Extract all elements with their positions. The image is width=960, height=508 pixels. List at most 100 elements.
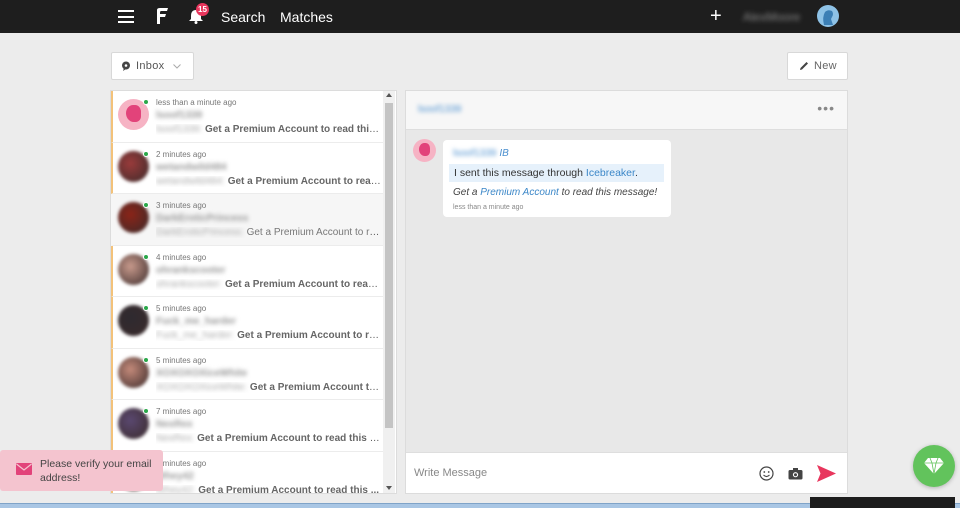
premium-suffix: to read this message!	[558, 187, 658, 198]
preview-sender: DarkEroticPrincess:	[156, 227, 244, 238]
toast-message: Please verify your email address!	[40, 458, 152, 484]
conversation-preview: wetandwild484: Get a Premium Account to …	[156, 176, 381, 187]
icebreaker-tag: IB	[499, 148, 509, 159]
premium-diamond-button[interactable]	[913, 445, 955, 487]
conversation-item[interactable]: 7 minutes ago NexRex NexRex: Get a Premium…	[111, 400, 383, 452]
notification-badge: 15	[196, 3, 209, 16]
conversation-time: 3 minutes ago	[156, 201, 207, 210]
conversation-preview: ohrankscooter: Get a Premium Account to …	[156, 279, 381, 290]
conversation-time: 7 minutes ago	[156, 407, 207, 416]
top-nav-bar: 15 Search Matches + AlexMoore	[0, 0, 960, 33]
online-status-dot	[143, 150, 149, 157]
conversation-preview: Fuck_me_harder: Get a Premium Account to…	[156, 330, 381, 341]
conversation-name: Fuck_me_harder	[156, 316, 237, 327]
conversation-name: NexRex	[156, 419, 193, 430]
conversation-preview: lsoof1339: Get a Premium Account to read…	[156, 124, 381, 135]
conversation-item[interactable]: 2 minutes ago wetandwild484 wetandwild484:…	[111, 142, 383, 194]
new-button-label: New	[814, 60, 837, 72]
preview-sender: XOXOXOXiceWhite:	[156, 381, 248, 393]
message-bubble: lsoof1339 IB I sent this message through …	[443, 140, 671, 217]
online-status-dot	[143, 99, 149, 105]
preview-text: Get a Premium Account to read this ...	[204, 124, 381, 135]
plus-icon[interactable]: +	[710, 6, 722, 26]
scrollbar-thumb[interactable]	[385, 103, 393, 428]
new-message-button[interactable]: New	[787, 52, 848, 80]
preview-text: Get a Premium Account to read this ...	[198, 484, 380, 494]
nav-matches-link[interactable]: Matches	[280, 9, 333, 25]
conversation-item[interactable]: 5 minutes ago XOXOXOXiceWhite XOXOXOXiceWh…	[111, 348, 383, 400]
preview-text: Get a Premium Account to re...	[249, 381, 381, 393]
message-timestamp: less than a minute ago	[453, 204, 524, 211]
conversation-name: DarkEroticPrincess	[156, 213, 249, 224]
conversation-item[interactable]: 3 minutes ago DarkEroticPrincess DarkEroti…	[111, 194, 383, 246]
premium-prefix: Get a	[453, 187, 481, 198]
user-avatar[interactable]	[817, 5, 839, 27]
conversation-name: XOXOXOXiceWhite	[156, 367, 248, 379]
conversation-time: less than a minute ago	[156, 98, 237, 107]
conversation-time: 5 minutes ago	[156, 355, 207, 365]
message-sender[interactable]: lsoof1339 IB	[453, 148, 509, 159]
preview-sender: NexRex:	[156, 433, 195, 444]
icebreaker-text: I sent this message through	[454, 167, 586, 179]
online-status-dot	[143, 253, 149, 260]
conversation-time: 8 minutes ago	[156, 458, 207, 468]
diamond-icon	[924, 458, 944, 474]
preview-sender: lsoof1339:	[156, 124, 203, 135]
verify-email-toast[interactable]: Please verify your email address!	[0, 450, 163, 491]
preview-sender: wetandwild484:	[156, 175, 225, 187]
preview-text: Get a Premium Account to read ...	[224, 278, 381, 290]
conversation-list: less than a minute ago lsoof1339 lsoof1339…	[110, 90, 397, 494]
preview-text: Get a Premium Account to read...	[246, 227, 381, 238]
conversation-item[interactable]: less than a minute ago lsoof1339 lsoof1339…	[111, 91, 383, 143]
chevron-down-icon	[173, 64, 182, 69]
emoji-icon[interactable]	[759, 466, 774, 481]
inbox-folder-label: Inbox	[136, 60, 165, 72]
conversation-list-scrollbar[interactable]	[383, 91, 395, 493]
os-taskbar-tray	[810, 497, 955, 508]
conversation-preview: XOXOXOXiceWhite: Get a Premium Account t…	[156, 382, 381, 393]
menu-icon[interactable]	[118, 10, 134, 23]
conversation-preview: Whey42: Get a Premium Account to read th…	[156, 484, 381, 494]
message-input[interactable]	[414, 461, 744, 485]
preview-text: Get a Premium Account to rea...	[237, 330, 381, 341]
chat-bubble-icon	[122, 61, 130, 71]
conversation-preview: NexRex: Get a Premium Account to read th…	[156, 433, 381, 444]
conversation-name: lsoof1339	[156, 110, 203, 121]
scroll-up-arrow-icon[interactable]	[386, 93, 392, 97]
message-composer	[406, 452, 847, 493]
conversation-item[interactable]: 5 minutes ago Fuck_me_harder Fuck_me_harde…	[111, 297, 383, 349]
icebreaker-suffix: .	[634, 167, 638, 179]
nav-search-link[interactable]: Search	[221, 9, 265, 25]
current-username[interactable]: AlexMoore	[743, 10, 800, 24]
send-icon[interactable]	[817, 465, 836, 482]
scroll-down-arrow-icon[interactable]	[386, 486, 392, 490]
premium-account-link[interactable]: Premium Account	[480, 187, 559, 198]
online-status-dot	[143, 408, 149, 414]
envelope-icon	[16, 463, 32, 475]
icebreaker-notice: I sent this message through Icebreaker.	[449, 164, 664, 182]
icebreaker-link[interactable]: Icebreaker	[586, 167, 635, 179]
chat-partner-name[interactable]: lsoof1339	[418, 104, 461, 115]
preview-sender: ohrankscooter:	[156, 278, 223, 290]
chat-header: lsoof1339 •••	[406, 91, 847, 130]
preview-text: Get a Premium Account to read ...	[227, 175, 381, 187]
message-sender-name[interactable]: lsoof1339	[453, 148, 496, 159]
preview-sender: Fuck_me_harder:	[156, 330, 235, 341]
online-status-dot	[143, 305, 149, 311]
inbox-folder-dropdown[interactable]: Inbox	[111, 52, 194, 80]
camera-icon[interactable]	[788, 467, 803, 480]
conversation-time: 5 minutes ago	[156, 304, 207, 313]
more-options-icon[interactable]: •••	[817, 101, 835, 115]
message-sender-avatar[interactable]	[413, 139, 436, 162]
conversation-preview: DarkEroticPrincess: Get a Premium Accoun…	[156, 227, 381, 238]
conversation-name: wetandwild484	[156, 161, 227, 173]
chat-panel: lsoof1339 ••• lsoof1339 IB I sent this me…	[405, 90, 848, 494]
conversation-item[interactable]: 4 minutes ago ohrankscooter ohrankscooter:…	[111, 245, 383, 297]
conversation-time: 4 minutes ago	[156, 252, 207, 262]
premium-notice: Get a Premium Account to read this messa…	[453, 187, 657, 198]
online-status-dot	[143, 202, 149, 208]
avatar-silhouette-icon	[823, 10, 833, 25]
app-logo-icon[interactable]	[155, 7, 169, 25]
preview-text: Get a Premium Account to read this m...	[197, 433, 381, 444]
pencil-icon	[800, 62, 808, 70]
